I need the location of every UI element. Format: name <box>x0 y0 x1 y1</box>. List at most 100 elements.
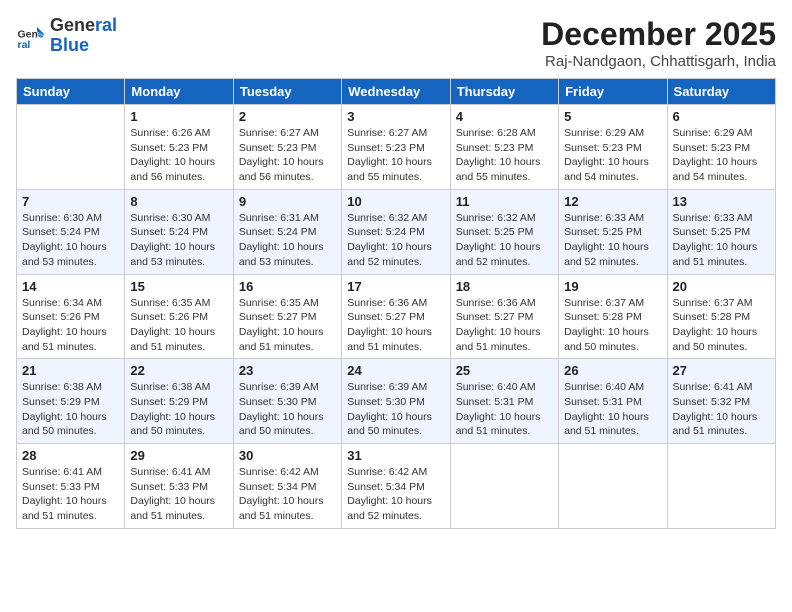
day-info: Sunrise: 6:28 AM Sunset: 5:23 PM Dayligh… <box>456 126 553 185</box>
calendar-cell: 5Sunrise: 6:29 AM Sunset: 5:23 PM Daylig… <box>559 105 667 190</box>
day-info: Sunrise: 6:30 AM Sunset: 5:24 PM Dayligh… <box>130 211 227 270</box>
day-number: 27 <box>673 363 770 378</box>
calendar-cell: 22Sunrise: 6:38 AM Sunset: 5:29 PM Dayli… <box>125 359 233 444</box>
day-number: 26 <box>564 363 661 378</box>
day-info: Sunrise: 6:32 AM Sunset: 5:24 PM Dayligh… <box>347 211 444 270</box>
calendar-cell <box>559 444 667 529</box>
day-info: Sunrise: 6:42 AM Sunset: 5:34 PM Dayligh… <box>347 465 444 524</box>
header-wednesday: Wednesday <box>342 79 450 105</box>
day-info: Sunrise: 6:41 AM Sunset: 5:32 PM Dayligh… <box>673 380 770 439</box>
day-info: Sunrise: 6:29 AM Sunset: 5:23 PM Dayligh… <box>673 126 770 185</box>
calendar-cell <box>450 444 558 529</box>
calendar-cell <box>17 105 125 190</box>
day-info: Sunrise: 6:34 AM Sunset: 5:26 PM Dayligh… <box>22 296 119 355</box>
day-info: Sunrise: 6:37 AM Sunset: 5:28 PM Dayligh… <box>673 296 770 355</box>
day-number: 30 <box>239 448 336 463</box>
calendar-cell: 24 Sunrise: 6:39 AM Sunset: 5:30 PM Dayli… <box>342 359 450 444</box>
calendar-cell: 12 Sunrise: 6:33 AM Sunset: 5:25 PM Dayli… <box>559 189 667 274</box>
calendar-cell: 27 Sunrise: 6:41 AM Sunset: 5:32 PM Dayli… <box>667 359 775 444</box>
day-info: Sunrise: 6:41 AM Sunset: 5:33 PM Dayligh… <box>22 465 119 524</box>
logo-icon: Gene ral <box>16 21 46 51</box>
day-number: 12 <box>564 194 661 209</box>
header-thursday: Thursday <box>450 79 558 105</box>
day-number: 1 <box>130 109 227 124</box>
logo-text: General Blue <box>50 16 117 56</box>
calendar-cell: 29Sunrise: 6:41 AM Sunset: 5:33 PM Dayli… <box>125 444 233 529</box>
day-info: Sunrise: 6:33 AM Sunset: 5:25 PM Dayligh… <box>564 211 661 270</box>
day-number: 31 <box>347 448 444 463</box>
calendar-cell: 1Sunrise: 6:26 AM Sunset: 5:23 PM Daylig… <box>125 105 233 190</box>
day-info: Sunrise: 6:40 AM Sunset: 5:31 PM Dayligh… <box>456 380 553 439</box>
day-number: 5 <box>564 109 661 124</box>
day-info: Sunrise: 6:31 AM Sunset: 5:24 PM Dayligh… <box>239 211 336 270</box>
day-number: 7 <box>22 194 119 209</box>
day-number: 13 <box>673 194 770 209</box>
day-info: Sunrise: 6:38 AM Sunset: 5:29 PM Dayligh… <box>22 380 119 439</box>
day-info: Sunrise: 6:30 AM Sunset: 5:24 PM Dayligh… <box>22 211 119 270</box>
logo: Gene ral General Blue <box>16 16 117 56</box>
calendar-cell: 3 Sunrise: 6:27 AM Sunset: 5:23 PM Daylig… <box>342 105 450 190</box>
day-number: 24 <box>347 363 444 378</box>
day-info: Sunrise: 6:36 AM Sunset: 5:27 PM Dayligh… <box>456 296 553 355</box>
header-saturday: Saturday <box>667 79 775 105</box>
header-friday: Friday <box>559 79 667 105</box>
day-info: Sunrise: 6:39 AM Sunset: 5:30 PM Dayligh… <box>239 380 336 439</box>
day-info: Sunrise: 6:42 AM Sunset: 5:34 PM Dayligh… <box>239 465 336 524</box>
calendar-cell: 23 Sunrise: 6:39 AM Sunset: 5:30 PM Dayli… <box>233 359 341 444</box>
day-number: 3 <box>347 109 444 124</box>
day-number: 14 <box>22 279 119 294</box>
day-info: Sunrise: 6:35 AM Sunset: 5:26 PM Dayligh… <box>130 296 227 355</box>
day-number: 28 <box>22 448 119 463</box>
calendar-week-row: 7 Sunrise: 6:30 AM Sunset: 5:24 PM Daylig… <box>17 189 776 274</box>
header-monday: Monday <box>125 79 233 105</box>
calendar-cell: 11 Sunrise: 6:32 AM Sunset: 5:25 PM Dayli… <box>450 189 558 274</box>
day-number: 19 <box>564 279 661 294</box>
calendar-cell: 14 Sunrise: 6:34 AM Sunset: 5:26 PM Dayli… <box>17 274 125 359</box>
calendar-cell: 20 Sunrise: 6:37 AM Sunset: 5:28 PM Dayli… <box>667 274 775 359</box>
header-sunday: Sunday <box>17 79 125 105</box>
calendar-cell: 15 Sunrise: 6:35 AM Sunset: 5:26 PM Dayli… <box>125 274 233 359</box>
calendar-cell: 21 Sunrise: 6:38 AM Sunset: 5:29 PM Dayli… <box>17 359 125 444</box>
calendar-cell: 30 Sunrise: 6:42 AM Sunset: 5:34 PM Dayli… <box>233 444 341 529</box>
day-info: Sunrise: 6:27 AM Sunset: 5:23 PM Dayligh… <box>239 126 336 185</box>
calendar-header-row: SundayMondayTuesdayWednesdayThursdayFrid… <box>17 79 776 105</box>
day-number: 25 <box>456 363 553 378</box>
day-number: 4 <box>456 109 553 124</box>
day-number: 16 <box>239 279 336 294</box>
calendar-cell: 13Sunrise: 6:33 AM Sunset: 5:25 PM Dayli… <box>667 189 775 274</box>
title-area: December 2025 Raj-Nandgaon, Chhattisgarh… <box>541 16 776 70</box>
svg-text:ral: ral <box>18 39 31 51</box>
day-number: 21 <box>22 363 119 378</box>
day-number: 6 <box>673 109 770 124</box>
day-info: Sunrise: 6:40 AM Sunset: 5:31 PM Dayligh… <box>564 380 661 439</box>
calendar-cell: 7 Sunrise: 6:30 AM Sunset: 5:24 PM Daylig… <box>17 189 125 274</box>
day-number: 22 <box>130 363 227 378</box>
month-title: December 2025 <box>541 16 776 53</box>
day-number: 11 <box>456 194 553 209</box>
day-info: Sunrise: 6:36 AM Sunset: 5:27 PM Dayligh… <box>347 296 444 355</box>
day-number: 15 <box>130 279 227 294</box>
calendar-cell: 26 Sunrise: 6:40 AM Sunset: 5:31 PM Dayli… <box>559 359 667 444</box>
day-info: Sunrise: 6:39 AM Sunset: 5:30 PM Dayligh… <box>347 380 444 439</box>
calendar-cell: 25 Sunrise: 6:40 AM Sunset: 5:31 PM Dayli… <box>450 359 558 444</box>
day-number: 23 <box>239 363 336 378</box>
day-number: 8 <box>130 194 227 209</box>
calendar-week-row: 28 Sunrise: 6:41 AM Sunset: 5:33 PM Dayli… <box>17 444 776 529</box>
page-header: Gene ral General Blue December 2025 Raj-… <box>16 16 776 70</box>
calendar-cell: 28 Sunrise: 6:41 AM Sunset: 5:33 PM Dayli… <box>17 444 125 529</box>
calendar-week-row: 21 Sunrise: 6:38 AM Sunset: 5:29 PM Dayli… <box>17 359 776 444</box>
calendar-cell: 9Sunrise: 6:31 AM Sunset: 5:24 PM Daylig… <box>233 189 341 274</box>
calendar-cell <box>667 444 775 529</box>
calendar-week-row: 1Sunrise: 6:26 AM Sunset: 5:23 PM Daylig… <box>17 105 776 190</box>
calendar-table: SundayMondayTuesdayWednesdayThursdayFrid… <box>16 78 776 529</box>
day-info: Sunrise: 6:35 AM Sunset: 5:27 PM Dayligh… <box>239 296 336 355</box>
calendar-cell: 10Sunrise: 6:32 AM Sunset: 5:24 PM Dayli… <box>342 189 450 274</box>
calendar-cell: 16 Sunrise: 6:35 AM Sunset: 5:27 PM Dayli… <box>233 274 341 359</box>
calendar-cell: 8 Sunrise: 6:30 AM Sunset: 5:24 PM Daylig… <box>125 189 233 274</box>
day-info: Sunrise: 6:32 AM Sunset: 5:25 PM Dayligh… <box>456 211 553 270</box>
calendar-cell: 6 Sunrise: 6:29 AM Sunset: 5:23 PM Daylig… <box>667 105 775 190</box>
day-number: 17 <box>347 279 444 294</box>
day-number: 20 <box>673 279 770 294</box>
calendar-cell: 17 Sunrise: 6:36 AM Sunset: 5:27 PM Dayli… <box>342 274 450 359</box>
day-info: Sunrise: 6:27 AM Sunset: 5:23 PM Dayligh… <box>347 126 444 185</box>
